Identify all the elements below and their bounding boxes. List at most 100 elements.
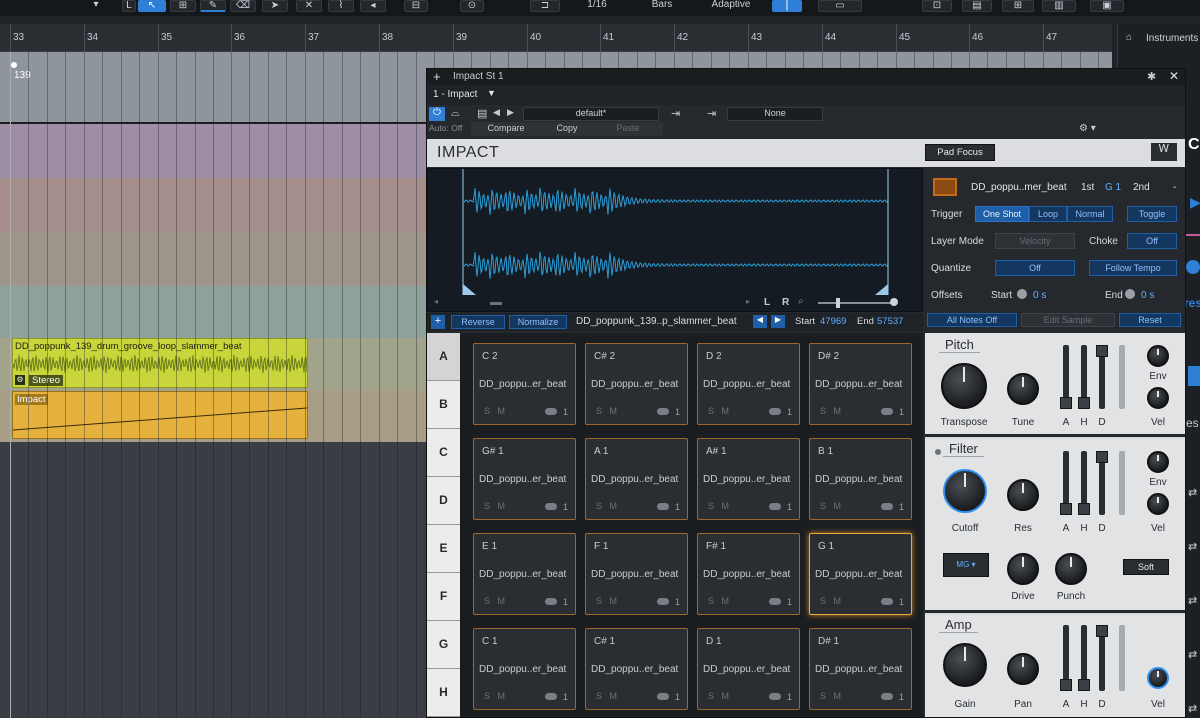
amp-attack-fader[interactable] [1060,625,1072,691]
gear-icon[interactable]: ⚙ ▾ [1079,123,1096,134]
trigger-loop[interactable]: Loop [1029,206,1067,222]
loop-icon[interactable]: ⇄ [1188,594,1197,607]
drum-pad[interactable]: G 1 DD_poppu..er_beat S M 1 [809,533,912,615]
drum-pad[interactable]: D# 1 DD_poppu..er_beat S M 1 [809,628,912,710]
drum-pad[interactable]: D# 2 DD_poppu..er_beat S M 1 [809,343,912,425]
drum-pad[interactable]: D 1 DD_poppu..er_beat S M 1 [697,628,800,710]
quantize-select[interactable]: Off [995,260,1075,276]
pad-focus-button[interactable]: Pad Focus [925,144,995,161]
filter-hold-fader[interactable] [1078,451,1090,515]
bank-f[interactable]: F [427,573,460,621]
drum-pad[interactable]: F# 1 DD_poppu..er_beat S M 1 [697,533,800,615]
pad-solo-mute[interactable]: S M [820,691,841,701]
browser-icon[interactable]: ▣ [1090,0,1124,12]
next-sample-icon[interactable]: ▶ [771,315,785,328]
pitch-hold-fader[interactable] [1078,345,1090,409]
zoom-icon[interactable]: ⊙ [460,0,484,12]
pad-solo-mute[interactable]: S M [820,596,841,606]
pad-solo-mute[interactable]: S M [596,596,617,606]
mixer-icon[interactable]: ▥ [1042,0,1076,12]
pad-link-icon[interactable] [769,693,781,700]
pad-mute[interactable]: M [610,501,618,511]
loop-icon[interactable]: ⇄ [1188,648,1197,661]
pad-solo[interactable]: S [484,501,490,511]
range-tool-button[interactable]: ⊞ [170,0,196,12]
pad-mute[interactable]: M [610,596,618,606]
all-notes-off-button[interactable]: All Notes Off [927,313,1017,327]
filter-attack-fader[interactable] [1060,451,1072,515]
toggle-button[interactable]: Toggle [1127,206,1177,222]
pan-knob[interactable] [1007,653,1039,685]
zoom-icon[interactable]: ⌕ [798,296,804,307]
pad-solo[interactable]: S [484,596,490,606]
next-preset-icon[interactable]: ▶ [507,107,514,118]
drum-pad[interactable]: C 1 DD_poppu..er_beat S M 1 [473,628,576,710]
instrument-select[interactable]: 1 - Impact [433,89,477,100]
pad-mute[interactable]: M [498,501,506,511]
pin-icon[interactable]: ✱ [1147,70,1156,83]
drum-pad[interactable]: D 2 DD_poppu..er_beat S M 1 [697,343,800,425]
tempo-point[interactable] [11,62,17,68]
quantize-value[interactable]: 1/16 [566,0,628,12]
view-button-2[interactable]: ⊡ [922,0,952,12]
pad-link-icon[interactable] [769,503,781,510]
pad-solo-mute[interactable]: S M [708,406,729,416]
offset-end-value[interactable]: 0 s [1141,290,1154,301]
pad-solo-mute[interactable]: S M [820,501,841,511]
pad-solo-mute[interactable]: S M [596,406,617,416]
amp-decay-fader[interactable] [1096,625,1108,691]
transpose-knob[interactable] [941,363,987,409]
waveform-display[interactable]: ◂ ▸ L R ⌕ [427,168,923,312]
pad-link-icon[interactable] [881,408,893,415]
snap-icon[interactable]: ⊟ [404,0,428,12]
filter-mode-select[interactable]: MG ▾ [943,553,989,577]
pad-solo[interactable]: S [708,691,714,701]
pad-solo[interactable]: S [484,406,490,416]
bank-h[interactable]: H [427,669,460,717]
paint-tool-button[interactable]: ➤ [262,0,288,12]
drive-knob[interactable] [1007,553,1039,585]
mute-tool-button[interactable]: ✕ [296,0,322,12]
pitch-decay-fader[interactable] [1096,345,1108,409]
trigger-one-shot[interactable]: One Shot [975,206,1029,222]
chevron-down-icon[interactable]: ▾ [88,0,104,12]
pad-mute[interactable]: M [834,406,842,416]
view-button-1[interactable]: ▭ [818,0,862,12]
pad-mute[interactable]: M [722,406,730,416]
chevron-down-icon[interactable]: ▼ [487,88,496,98]
pad-link-icon[interactable] [769,598,781,605]
bank-a[interactable]: A [427,333,460,381]
layer-first[interactable]: 1st [1081,182,1094,193]
pad-solo[interactable]: S [596,406,602,416]
timebase-select[interactable]: Bars [632,0,692,12]
pad-solo-mute[interactable]: S M [708,596,729,606]
add-sample-icon[interactable]: + [431,315,445,329]
pad-link-icon[interactable] [545,693,557,700]
zoom-slider[interactable] [818,302,894,304]
drum-pad[interactable]: G# 1 DD_poppu..er_beat S M 1 [473,438,576,520]
gain-knob[interactable] [943,643,987,687]
pad-link-icon[interactable] [545,503,557,510]
pad-mute[interactable]: M [834,691,842,701]
view-button-3[interactable]: ▤ [962,0,992,12]
bank-c[interactable]: C [427,429,460,477]
pad-mute[interactable]: M [498,691,506,701]
pitch-attack-fader[interactable] [1060,345,1072,409]
view-button-4[interactable]: ⊞ [1002,0,1034,12]
preset-file-icon[interactable]: ▤ [477,107,487,120]
pad-solo-mute[interactable]: S M [596,501,617,511]
drum-pad[interactable]: C# 1 DD_poppu..er_beat S M 1 [585,628,688,710]
right-channel-button[interactable]: R [782,297,789,308]
route-icon[interactable]: ⇥ [707,107,716,120]
scroll-thumb[interactable] [490,302,502,305]
pitch-vel-knob[interactable] [1147,387,1169,409]
filter-vel-knob[interactable] [1147,493,1169,515]
paste-button[interactable]: Paste [593,122,663,136]
normalize-button[interactable]: Normalize [509,315,567,329]
bank-g[interactable]: G [427,621,460,669]
layer-mode-select[interactable]: Velocity [995,233,1075,249]
pad-solo[interactable]: S [708,406,714,416]
pad-link-icon[interactable] [545,598,557,605]
pitch-env-knob[interactable] [1147,345,1169,367]
pad-solo-mute[interactable]: S M [484,691,505,701]
